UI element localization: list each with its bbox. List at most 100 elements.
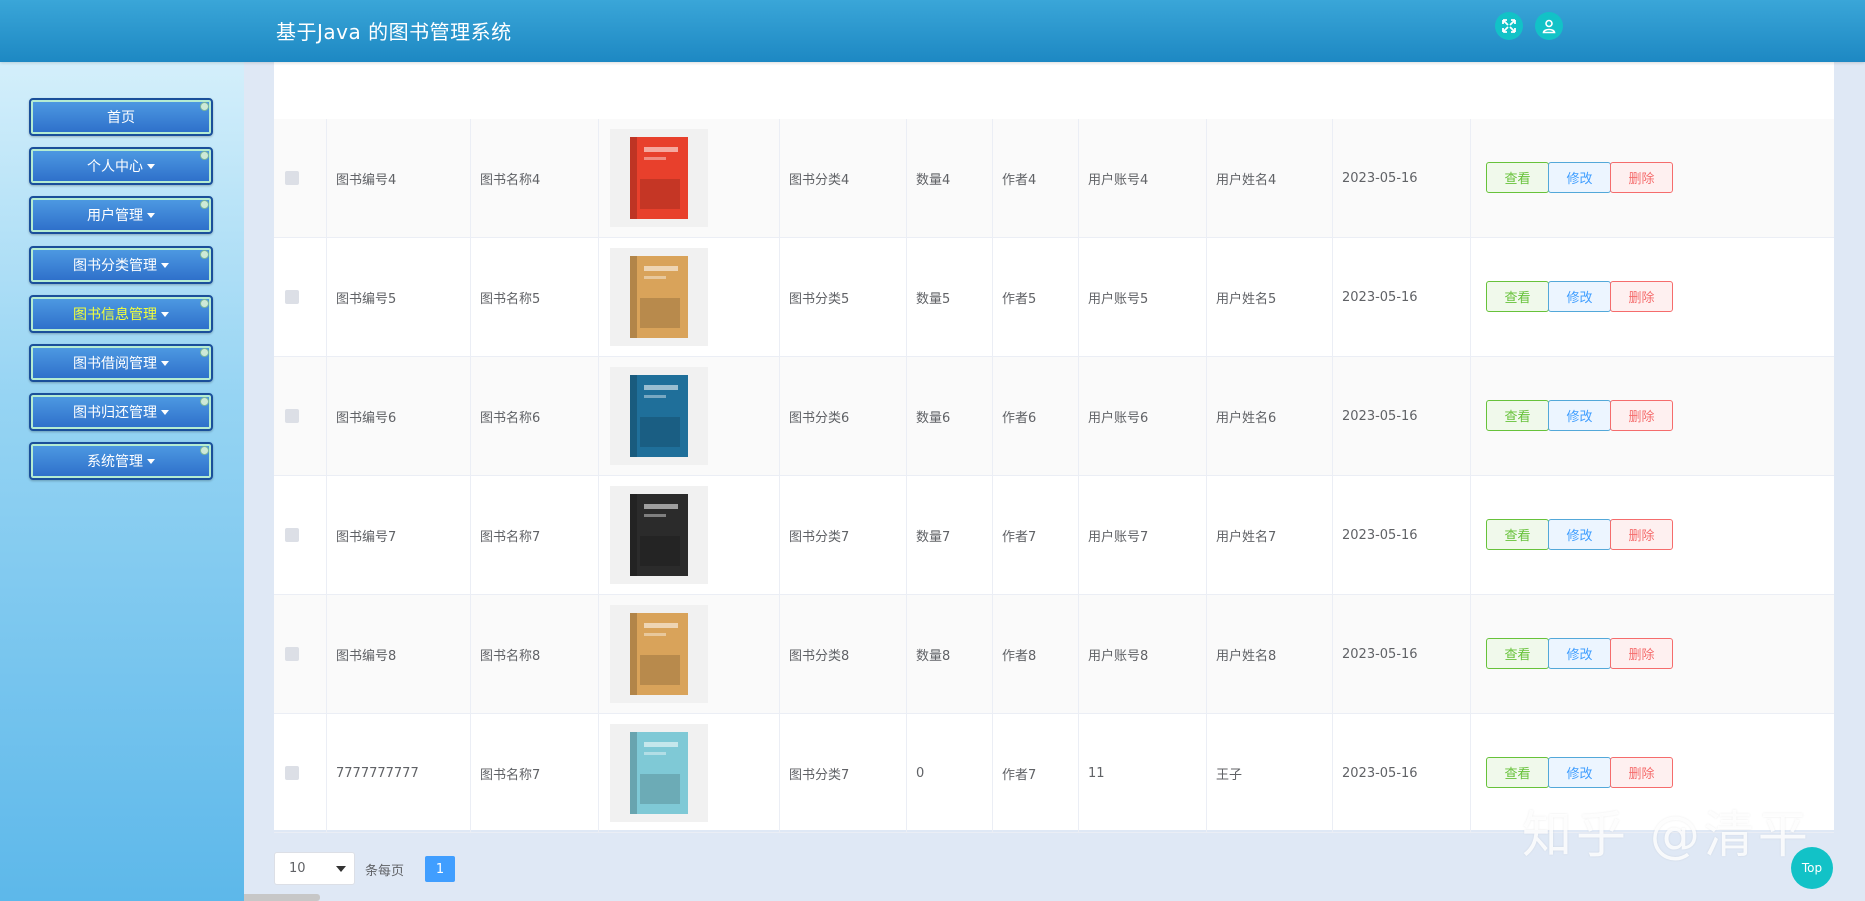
cell-quantity: 数量8: [916, 648, 951, 664]
view-button[interactable]: 查看: [1486, 757, 1549, 788]
cell-user-name: 用户姓名5: [1216, 291, 1277, 307]
cell-cover: [610, 476, 708, 594]
sidebar-item-1[interactable]: 个人中心: [29, 147, 213, 185]
table-row: 图书编号8 图书名称8 图书分类8 数量8 作者8 用户账号8 用户姓名8 2023-05-1…: [274, 595, 1834, 714]
row-checkbox-cell: [285, 119, 299, 237]
table-row: 图书编号6 图书名称6 图书分类6 数量6 作者6 用户账号6 用户姓名6 2023-05-1…: [274, 357, 1834, 476]
page-button-current[interactable]: 1: [425, 856, 455, 882]
column-divider: [326, 357, 327, 475]
ornament-icon: [200, 151, 209, 160]
column-divider: [992, 595, 993, 713]
delete-button[interactable]: 删除: [1610, 162, 1673, 193]
delete-button[interactable]: 删除: [1610, 757, 1673, 788]
cell-user-account: 用户账号7: [1088, 529, 1149, 545]
column-divider: [1332, 595, 1333, 713]
sidebar-item-label: 系统管理: [87, 454, 143, 470]
view-button[interactable]: 查看: [1486, 281, 1549, 312]
cell-category: 图书分类5: [789, 291, 850, 307]
row-checkbox[interactable]: [285, 528, 299, 542]
row-checkbox[interactable]: [285, 647, 299, 661]
back-to-top-button[interactable]: Top: [1791, 847, 1833, 889]
sidebar-item-3[interactable]: 图书分类管理: [29, 246, 213, 284]
delete-button[interactable]: 删除: [1610, 281, 1673, 312]
sidebar-item-label: 用户管理: [87, 208, 143, 224]
edit-button[interactable]: 修改: [1548, 400, 1611, 431]
table-row: 图书编号7 图书名称7 图书分类7 数量7 作者7 用户账号7 用户姓名7 2023-05-1…: [274, 476, 1834, 595]
user-icon[interactable]: [1535, 12, 1563, 40]
cell-book-no: 图书编号4: [336, 172, 397, 188]
sidebar-item-6[interactable]: 图书归还管理: [29, 393, 213, 431]
column-divider: [1470, 119, 1471, 237]
column-divider: [470, 119, 471, 237]
cell-user-name: 用户姓名6: [1216, 410, 1277, 426]
column-divider: [326, 714, 327, 832]
sidebar-item-4[interactable]: 图书信息管理: [29, 295, 213, 333]
expand-icon[interactable]: [1495, 12, 1523, 40]
caret-down-icon: [147, 212, 155, 218]
sidebar-item-5[interactable]: 图书借阅管理: [29, 344, 213, 382]
row-checkbox[interactable]: [285, 171, 299, 185]
cell-author: 作者5: [1002, 291, 1037, 307]
column-divider: [1470, 476, 1471, 594]
row-checkbox-cell: [285, 476, 299, 594]
column-divider: [906, 238, 907, 356]
column-divider: [326, 595, 327, 713]
cell-book-name: 图书名称8: [480, 648, 541, 664]
book-cover-image: [610, 605, 708, 703]
chevron-down-icon: [336, 866, 346, 872]
column-divider: [1078, 357, 1079, 475]
view-button[interactable]: 查看: [1486, 519, 1549, 550]
row-checkbox-cell: [285, 238, 299, 356]
edit-button[interactable]: 修改: [1548, 638, 1611, 669]
cell-date: 2023-05-16: [1342, 765, 1418, 781]
sidebar-item-7[interactable]: 系统管理: [29, 442, 213, 480]
delete-button[interactable]: 删除: [1610, 519, 1673, 550]
cell-user-name: 用户姓名4: [1216, 172, 1277, 188]
edit-button[interactable]: 修改: [1548, 757, 1611, 788]
column-divider: [470, 595, 471, 713]
sidebar-item-0[interactable]: 首页: [29, 98, 213, 136]
cell-cover: [610, 119, 708, 237]
sidebar-item-2[interactable]: 用户管理: [29, 196, 213, 234]
view-button[interactable]: 查看: [1486, 638, 1549, 669]
edit-button[interactable]: 修改: [1548, 162, 1611, 193]
column-divider: [1078, 595, 1079, 713]
delete-button[interactable]: 删除: [1610, 638, 1673, 669]
cell-book-name: 图书名称6: [480, 410, 541, 426]
row-checkbox[interactable]: [285, 409, 299, 423]
view-button[interactable]: 查看: [1486, 162, 1549, 193]
ornament-icon: [200, 200, 209, 209]
edit-button[interactable]: 修改: [1548, 519, 1611, 550]
column-divider: [779, 476, 780, 594]
row-checkbox[interactable]: [285, 290, 299, 304]
column-divider: [779, 238, 780, 356]
delete-button[interactable]: 删除: [1610, 400, 1673, 431]
view-button[interactable]: 查看: [1486, 400, 1549, 431]
column-divider: [1206, 238, 1207, 356]
cell-date: 2023-05-16: [1342, 646, 1418, 662]
column-divider: [598, 714, 599, 832]
book-cover-image: [610, 367, 708, 465]
app-title: 基于Java 的图书管理系统: [276, 20, 512, 44]
edit-button[interactable]: 修改: [1548, 281, 1611, 312]
sidebar-item-label: 图书归还管理: [73, 405, 157, 421]
page-size-select[interactable]: 10: [274, 852, 355, 885]
column-divider: [1078, 714, 1079, 832]
sidebar-item-label: 首页: [107, 110, 135, 126]
row-checkbox[interactable]: [285, 766, 299, 780]
column-divider: [779, 595, 780, 713]
column-divider: [992, 357, 993, 475]
table-row: 图书编号4 图书名称4 图书分类4 数量4 作者4 用户账号4 用户姓名4 2023-05-1…: [274, 119, 1834, 238]
per-page-label: 条每页: [365, 864, 405, 879]
cell-author: 作者8: [1002, 648, 1037, 664]
cell-user-account: 用户账号4: [1088, 172, 1149, 188]
column-divider: [906, 119, 907, 237]
row-checkbox-cell: [285, 357, 299, 475]
column-divider: [1332, 238, 1333, 356]
cell-book-no: 图书编号5: [336, 291, 397, 307]
cell-category: 图书分类6: [789, 410, 850, 426]
column-divider: [598, 238, 599, 356]
column-divider: [992, 238, 993, 356]
cell-category: 图书分类7: [789, 529, 850, 545]
column-divider: [992, 119, 993, 237]
